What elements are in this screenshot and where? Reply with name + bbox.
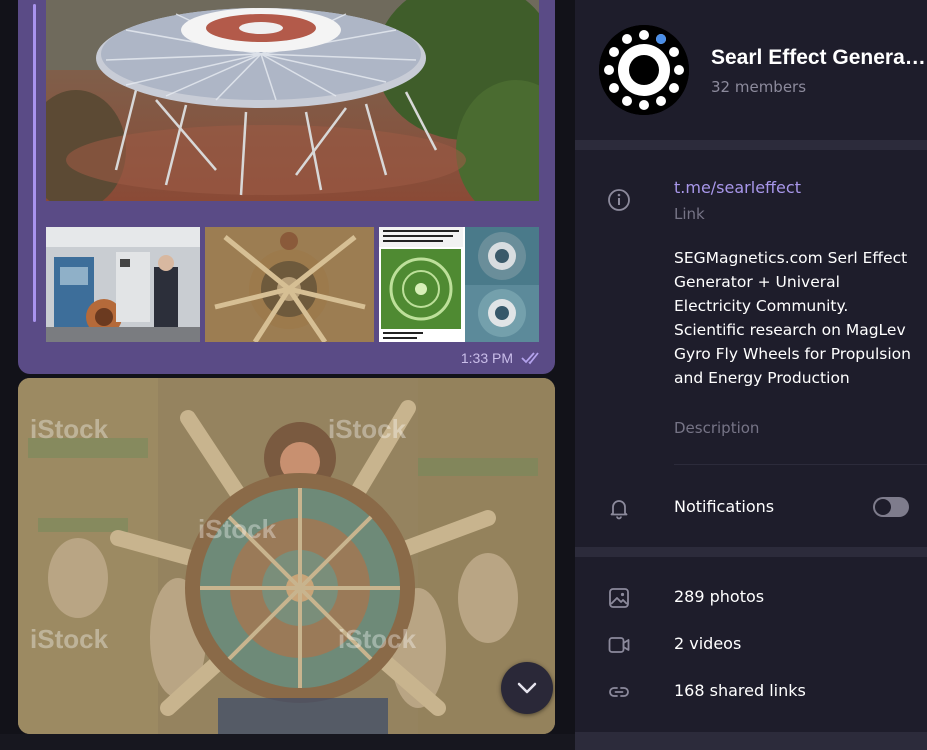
scroll-down-button[interactable] — [501, 662, 553, 714]
description-label: Description — [674, 419, 760, 437]
photo-poster-crop-circle[interactable] — [379, 227, 539, 342]
link-label: Link — [674, 205, 705, 223]
image-icon — [607, 586, 631, 610]
channel-description: SEGMagnetics.com Serl Effect Generator +… — [674, 249, 911, 387]
separator — [575, 547, 927, 557]
chat-bottom-strip — [0, 734, 575, 750]
toggle-knob — [875, 499, 891, 515]
videos-count: 2 videos — [674, 634, 742, 653]
notifications-label: Notifications — [674, 497, 775, 516]
quote-bar — [33, 4, 36, 322]
photo-carved-wheel[interactable] — [205, 227, 374, 342]
notifications-toggle[interactable] — [873, 497, 909, 517]
message-meta: 1:33 PM — [461, 350, 543, 366]
chat-area: 1:33 PM iStock iStock iStock iStock iSto… — [0, 0, 575, 750]
avatar[interactable] — [599, 25, 689, 115]
watermark: iStock — [30, 624, 109, 654]
shared-links-count: 168 shared links — [674, 681, 806, 700]
photos-count: 289 photos — [674, 587, 765, 606]
separator — [575, 140, 927, 150]
watermark: iStock — [328, 414, 407, 444]
info-panel: Searl Effect Generator 32 members t.me/s… — [575, 0, 927, 750]
watermark: iStock — [30, 414, 109, 444]
video-camera-icon — [607, 633, 631, 657]
divider — [674, 464, 927, 465]
photo-disc-generator[interactable] — [46, 0, 539, 201]
photo-wheel-of-life[interactable]: iStock iStock iStock iStock iStock — [18, 378, 555, 734]
photo-lab-machine[interactable] — [46, 227, 200, 342]
info-icon — [607, 188, 631, 212]
separator — [575, 732, 927, 750]
chain-link-icon — [607, 680, 631, 704]
channel-title: Searl Effect Generator — [711, 46, 927, 69]
channel-link[interactable]: t.me/searleffect — [674, 178, 801, 197]
message-bubble[interactable]: 1:33 PM — [18, 0, 555, 374]
chevron-down-icon — [517, 679, 537, 698]
member-count: 32 members — [711, 78, 807, 96]
watermark: iStock — [198, 514, 277, 544]
watermark: iStock — [338, 624, 417, 654]
message-time: 1:33 PM — [460, 350, 513, 366]
bell-icon — [607, 496, 631, 520]
double-check-icon — [521, 351, 543, 365]
